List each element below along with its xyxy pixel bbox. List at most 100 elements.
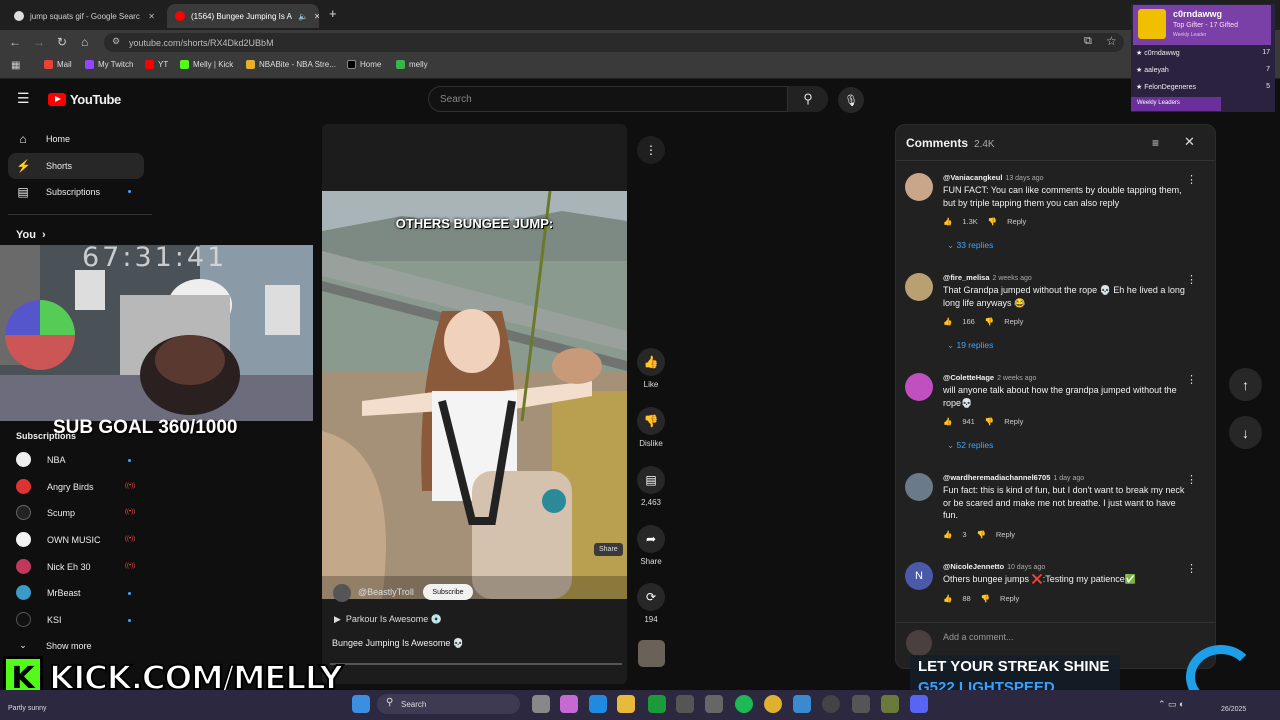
comments-button[interactable]: ▤ 2,463 bbox=[637, 466, 665, 507]
subscription-ksi[interactable]: KSI bbox=[16, 612, 62, 627]
comment-menu-icon[interactable]: ⋮ bbox=[1186, 373, 1197, 386]
remix-button[interactable]: ⟳ 194 bbox=[637, 583, 665, 624]
like-comment-icon[interactable]: 👍 bbox=[943, 594, 952, 603]
weather-widget[interactable]: Partly sunny bbox=[8, 705, 47, 712]
subscription-scump[interactable]: Scump bbox=[16, 505, 75, 520]
app-icon[interactable] bbox=[881, 695, 899, 713]
media-player-icon[interactable] bbox=[822, 695, 840, 713]
reply-button[interactable]: Reply bbox=[1004, 417, 1023, 426]
search-input[interactable]: Search bbox=[428, 86, 828, 112]
bookmark-nbabite[interactable]: NBABite - NBA Stre... bbox=[246, 60, 336, 69]
reply-button[interactable]: Reply bbox=[1000, 594, 1019, 603]
bookmark-yt[interactable]: YT bbox=[145, 60, 168, 69]
bookmark-melly[interactable]: melly bbox=[396, 60, 428, 69]
home-icon[interactable]: ⌂ bbox=[81, 35, 88, 49]
sidebar-item-subscriptions[interactable]: ▤ Subscriptions bbox=[16, 185, 100, 199]
reply-button[interactable]: Reply bbox=[1004, 317, 1023, 326]
view-replies-button[interactable]: ⌄ 33 replies bbox=[943, 240, 1188, 251]
file-explorer-icon[interactable] bbox=[617, 695, 635, 713]
spotify-icon[interactable] bbox=[735, 695, 753, 713]
like-comment-icon[interactable]: 👍 bbox=[943, 217, 952, 226]
forward-icon[interactable]: → bbox=[33, 35, 45, 49]
sidebar-item-home[interactable]: ⌂ Home bbox=[16, 132, 70, 146]
app-icon[interactable] bbox=[705, 695, 723, 713]
windows-start-icon[interactable] bbox=[352, 695, 370, 713]
app-icon[interactable] bbox=[852, 695, 870, 713]
clock-date[interactable]: 26/2025 bbox=[1221, 706, 1246, 713]
comment-menu-icon[interactable]: ⋮ bbox=[1186, 562, 1197, 575]
view-replies-button[interactable]: ⌄ 19 replies bbox=[943, 340, 1188, 351]
comment-menu-icon[interactable]: ⋮ bbox=[1186, 473, 1197, 486]
sidebar-you-section[interactable]: You › bbox=[16, 229, 46, 241]
tab-google-search[interactable]: jump squats gif - Google Searc ✕ bbox=[6, 4, 163, 28]
subscription-angry-birds[interactable]: Angry Birds bbox=[16, 479, 94, 494]
next-short-button[interactable]: ↓ bbox=[1229, 416, 1262, 449]
progress-bar[interactable] bbox=[330, 663, 622, 665]
reply-button[interactable]: Reply bbox=[996, 530, 1015, 539]
edge-icon[interactable] bbox=[589, 695, 607, 713]
reload-icon[interactable]: ↻ bbox=[57, 35, 67, 49]
subscription-own-music[interactable]: OWN MUSIC bbox=[16, 532, 101, 547]
previous-short-button[interactable]: ↑ bbox=[1229, 368, 1262, 401]
like-comment-icon[interactable]: 👍 bbox=[943, 530, 952, 539]
new-tab-icon[interactable]: + bbox=[329, 6, 337, 21]
bookmark-my-twitch[interactable]: My Twitch bbox=[85, 60, 133, 69]
apps-grid-icon[interactable]: ▦ bbox=[11, 60, 20, 71]
taskbar-search[interactable]: Search bbox=[377, 694, 520, 714]
youtube-logo[interactable]: YouTube bbox=[48, 92, 121, 107]
sort-icon[interactable]: ≡ bbox=[1152, 136, 1159, 150]
back-icon[interactable]: ← bbox=[9, 35, 21, 49]
search-button[interactable]: ⚲ bbox=[787, 86, 828, 112]
share-button[interactable]: ➦ Share bbox=[637, 525, 665, 566]
dislike-comment-icon[interactable]: 👎 bbox=[981, 594, 990, 603]
chrome-icon[interactable] bbox=[764, 695, 782, 713]
sidebar-item-shorts[interactable]: ⚡ Shorts bbox=[16, 159, 72, 173]
dislike-comment-icon[interactable]: 👎 bbox=[977, 530, 986, 539]
like-comment-icon[interactable]: 👍 bbox=[943, 417, 952, 426]
more-options-button[interactable]: ⋮ bbox=[637, 136, 665, 164]
show-more-button[interactable]: ⌄ Show more bbox=[16, 640, 91, 651]
reply-button[interactable]: Reply bbox=[1007, 217, 1026, 226]
menu-icon[interactable]: ☰ bbox=[17, 90, 30, 107]
avatar[interactable] bbox=[905, 473, 933, 501]
copilot-icon[interactable] bbox=[560, 695, 578, 713]
subscription-mrbeast[interactable]: MrBeast bbox=[16, 585, 81, 600]
photos-icon[interactable] bbox=[793, 695, 811, 713]
channel-avatar[interactable] bbox=[333, 584, 351, 602]
close-tab-icon[interactable]: ✕ bbox=[148, 12, 155, 21]
dislike-comment-icon[interactable]: 👎 bbox=[988, 217, 997, 226]
tab-youtube-short[interactable]: (1564) Bungee Jumping Is A 🔈 ✕ bbox=[167, 4, 319, 28]
discord-icon[interactable] bbox=[910, 695, 928, 713]
xbox-icon[interactable] bbox=[648, 695, 666, 713]
dislike-comment-icon[interactable]: 👎 bbox=[985, 317, 994, 326]
view-replies-button[interactable]: ⌄ 52 replies bbox=[943, 440, 1188, 451]
bookmark-star-icon[interactable]: ☆ bbox=[1106, 34, 1117, 48]
install-app-icon[interactable]: ⧉ bbox=[1084, 35, 1092, 48]
channel-name[interactable]: @BeastlyTroll bbox=[358, 587, 414, 597]
bookmark-home[interactable]: Home bbox=[347, 60, 381, 69]
avatar[interactable] bbox=[905, 173, 933, 201]
playlist-link[interactable]: ▶ Parkour Is Awesome 💿 bbox=[334, 614, 442, 625]
comment-menu-icon[interactable]: ⋮ bbox=[1186, 273, 1197, 286]
comment-menu-icon[interactable]: ⋮ bbox=[1186, 173, 1197, 186]
subscription-nba[interactable]: NBA bbox=[16, 452, 66, 467]
close-icon[interactable]: ✕ bbox=[1184, 134, 1195, 150]
avatar[interactable] bbox=[905, 273, 933, 301]
bookmark-melly-kick[interactable]: Melly | Kick bbox=[180, 60, 233, 69]
avatar[interactable] bbox=[905, 373, 933, 401]
close-tab-icon[interactable]: ✕ bbox=[314, 12, 319, 21]
url-field[interactable]: youtube.com/shorts/RX4Dkd2UBbM bbox=[104, 33, 1124, 52]
sound-thumbnail[interactable] bbox=[638, 640, 665, 667]
task-view-icon[interactable] bbox=[532, 695, 550, 713]
site-info-icon[interactable]: ⚙ bbox=[112, 36, 120, 47]
short-video[interactable] bbox=[322, 191, 627, 599]
audio-icon[interactable]: 🔈 bbox=[298, 12, 308, 21]
subscribe-button[interactable]: Subscribe bbox=[423, 584, 473, 600]
subscription-nick-eh-30[interactable]: Nick Eh 30 bbox=[16, 559, 91, 574]
add-comment-input[interactable]: Add a comment... bbox=[943, 632, 1014, 642]
like-button[interactable]: 👍 Like bbox=[637, 348, 665, 389]
avatar[interactable]: N bbox=[905, 562, 933, 590]
steam-icon[interactable] bbox=[676, 695, 694, 713]
dislike-button[interactable]: 👎 Dislike bbox=[637, 407, 665, 448]
bookmark-mail[interactable]: Mail bbox=[44, 60, 72, 69]
